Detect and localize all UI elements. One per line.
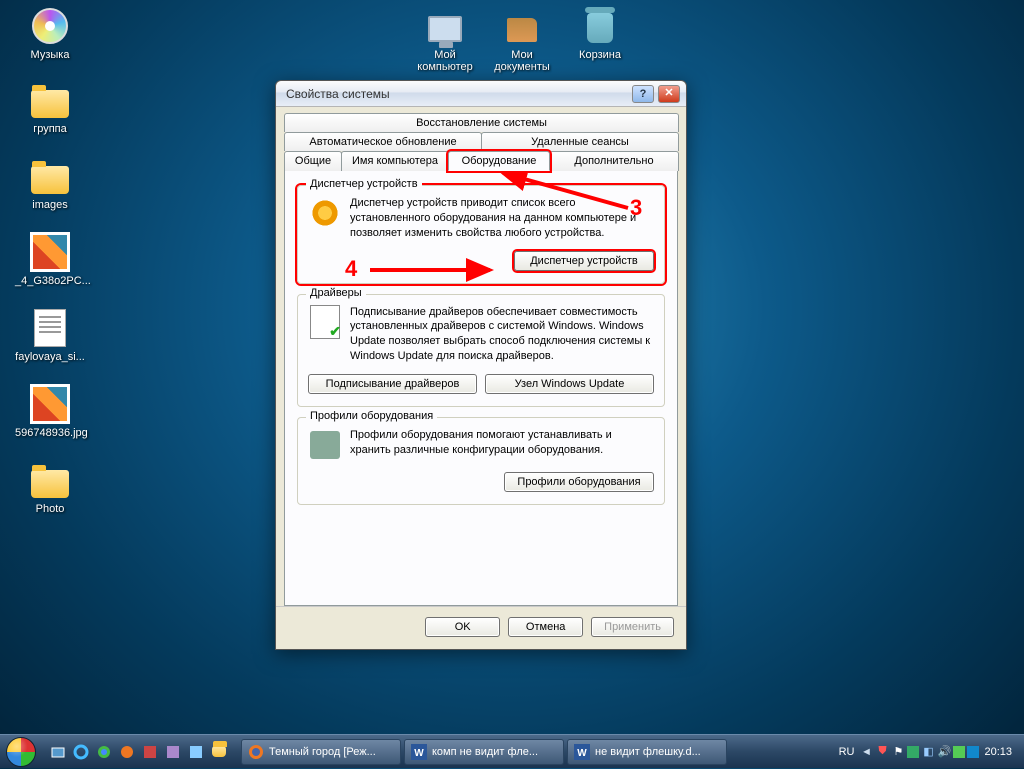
apply-button[interactable]: Применить: [591, 617, 674, 637]
tab-auto-update[interactable]: Автоматическое обновление: [284, 132, 482, 151]
system-properties-dialog: Свойства системы ? ✕ Восстановление сист…: [275, 80, 687, 650]
tab-general[interactable]: Общие: [284, 151, 342, 171]
desktop-icon-recyclebin[interactable]: Корзина: [565, 6, 635, 61]
desktop-icon-label: Корзина: [579, 49, 621, 61]
desktop-icon-group[interactable]: группа: [15, 80, 85, 135]
tab-content-hardware: Диспетчер устройств Диспетчер устройств …: [284, 170, 678, 606]
task-label: не видит флешку.d...: [595, 746, 701, 758]
group-description: Диспетчер устройств приводит список всег…: [350, 196, 654, 241]
tray-app-icon[interactable]: [907, 746, 919, 758]
word-icon: W: [411, 744, 427, 760]
group-hardware-profiles: Профили оборудования Профили оборудовани…: [297, 417, 665, 505]
desktop-icon-label: Photo: [36, 503, 65, 515]
tray-shield-icon[interactable]: ⛊: [875, 745, 889, 759]
tray-monitor-icon[interactable]: [967, 746, 979, 758]
gear-icon: [308, 196, 342, 230]
tab-computer-name[interactable]: Имя компьютера: [341, 151, 449, 171]
task-label: комп не видит фле...: [432, 746, 538, 758]
tray-flag-icon[interactable]: ⚑: [891, 745, 905, 759]
ql-explorer[interactable]: [209, 742, 229, 762]
group-legend: Профили оборудования: [306, 410, 437, 422]
desktop-icon-label: 596748936.jpg: [15, 427, 88, 439]
svg-text:W: W: [414, 748, 424, 759]
ql-app2[interactable]: [163, 742, 183, 762]
dialog-footer: OK Отмена Применить: [276, 606, 686, 649]
tab-system-restore[interactable]: Восстановление системы: [284, 113, 679, 132]
word-icon: W: [574, 744, 590, 760]
ql-app1[interactable]: [140, 742, 160, 762]
system-tray: RU ◄ ⛊ ⚑ ◧ 🔊 20:13: [839, 745, 1018, 759]
desktop-icon-image2[interactable]: 596748936.jpg: [15, 384, 85, 439]
group-description: Профили оборудования помогают устанавлив…: [350, 428, 654, 458]
windows-orb-icon: [6, 737, 36, 767]
group-device-manager: Диспетчер устройств Диспетчер устройств …: [297, 185, 665, 284]
ql-chrome[interactable]: [94, 742, 114, 762]
desktop-icon-mycomputer[interactable]: Мой компьютер: [410, 6, 480, 73]
quick-launch: [42, 742, 235, 762]
ql-firefox[interactable]: [117, 742, 137, 762]
ok-button[interactable]: OK: [425, 617, 500, 637]
svg-text:W: W: [577, 748, 587, 759]
group-description: Подписывание драйверов обеспечивает совм…: [350, 305, 654, 364]
desktop-icon-music[interactable]: Музыка: [15, 6, 85, 61]
group-legend: Драйверы: [306, 287, 366, 299]
help-button[interactable]: ?: [632, 85, 654, 103]
group-legend: Диспетчер устройств: [306, 178, 422, 190]
desktop-icon-images[interactable]: images: [15, 156, 85, 211]
close-button[interactable]: ✕: [658, 85, 680, 103]
hardware-profile-icon: [308, 428, 342, 462]
window-title: Свойства системы: [286, 87, 628, 101]
desktop-icon-label: faylovaya_si...: [15, 351, 85, 363]
desktop-icon-photo[interactable]: Photo: [15, 460, 85, 515]
driver-signing-button[interactable]: Подписывание драйверов: [308, 374, 477, 394]
tray-network-icon[interactable]: ◧: [921, 745, 935, 759]
tray-volume-icon[interactable]: 🔊: [937, 745, 951, 759]
taskbar-task-firefox[interactable]: Темный город [Реж...: [241, 739, 401, 765]
taskbar-task-word1[interactable]: Wкомп не видит фле...: [404, 739, 564, 765]
ql-app3[interactable]: [186, 742, 206, 762]
start-button[interactable]: [0, 735, 42, 769]
clock[interactable]: 20:13: [984, 746, 1012, 758]
language-indicator[interactable]: RU: [839, 746, 855, 758]
ql-show-desktop[interactable]: [48, 742, 68, 762]
desktop-icon-label: _4_G38o2PC...: [15, 275, 91, 287]
tab-advanced[interactable]: Дополнительно: [549, 151, 679, 171]
tray-chevron-icon[interactable]: ◄: [859, 745, 873, 759]
firefox-icon: [248, 744, 264, 760]
desktop-icon-label: images: [32, 199, 67, 211]
cancel-button[interactable]: Отмена: [508, 617, 583, 637]
desktop-icon-mydocs[interactable]: Мои документы: [487, 6, 557, 73]
hardware-profiles-button[interactable]: Профили оборудования: [504, 472, 654, 492]
desktop-icon-label: Мои документы: [494, 49, 550, 73]
task-label: Темный город [Реж...: [269, 746, 376, 758]
ql-ie[interactable]: [71, 742, 91, 762]
certificate-icon: [308, 305, 342, 339]
taskbar: Темный город [Реж... Wкомп не видит фле.…: [0, 734, 1024, 768]
titlebar[interactable]: Свойства системы ? ✕: [276, 81, 686, 107]
desktop-icon-label: группа: [33, 123, 67, 135]
desktop-icon-image1[interactable]: _4_G38o2PC...: [15, 232, 85, 287]
desktop-icon-textfile[interactable]: faylovaya_si...: [15, 308, 85, 363]
tab-hardware[interactable]: Оборудование: [448, 151, 550, 171]
device-manager-button[interactable]: Диспетчер устройств: [514, 251, 654, 271]
group-drivers: Драйверы Подписывание драйверов обеспечи…: [297, 294, 665, 407]
windows-update-button[interactable]: Узел Windows Update: [485, 374, 654, 394]
tray-app2-icon[interactable]: [953, 746, 965, 758]
taskbar-task-word2[interactable]: Wне видит флешку.d...: [567, 739, 727, 765]
desktop-icon-label: Мой компьютер: [417, 49, 472, 73]
desktop-icon-label: Музыка: [31, 49, 70, 61]
tab-remote[interactable]: Удаленные сеансы: [481, 132, 679, 151]
